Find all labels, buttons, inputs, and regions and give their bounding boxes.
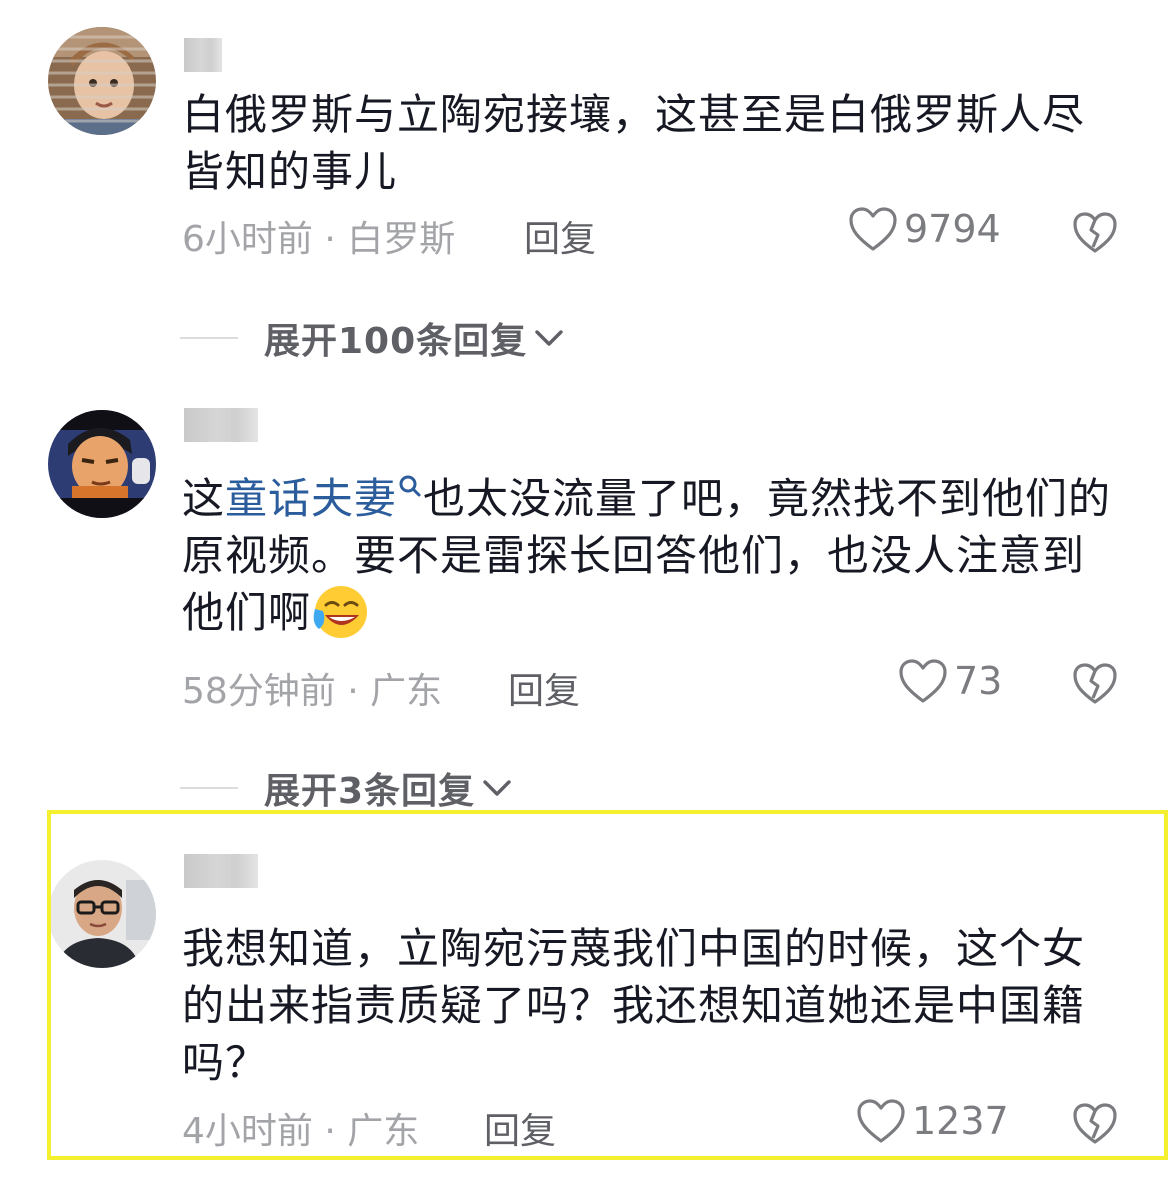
- like-button[interactable]: 73: [898, 658, 1002, 704]
- chevron-down-icon: [483, 780, 511, 796]
- search-icon[interactable]: [397, 474, 423, 504]
- comment-time-location: 6小时前 · 白罗斯: [182, 219, 456, 260]
- comment-text: 这童话夫妻 也太没流量了吧，竟然找不到他们的原视频。要不是雷探长回答他们，也没人注…: [182, 470, 1122, 641]
- reply-button[interactable]: 回复: [524, 210, 596, 262]
- expand-replies-label: 展开3条回复: [264, 771, 476, 812]
- like-count: 73: [954, 659, 1003, 703]
- reply-button[interactable]: 回复: [508, 662, 580, 714]
- broken-heart-icon[interactable]: [1072, 662, 1118, 704]
- comment-text: 我想知道，立陶宛污蔑我们中国的时候，这个女的出来指责质疑了吗？我还想知道她还是中…: [182, 924, 1086, 1087]
- comment-3: 我想知道，立陶宛污蔑我们中国的时候，这个女的出来指责质疑了吗？我还想知道她还是中…: [0, 810, 1170, 1198]
- like-button[interactable]: 9794: [848, 206, 1001, 252]
- comment-time-location: 58分钟前 · 广东: [182, 671, 443, 712]
- heart-icon: [857, 1099, 905, 1143]
- username-blurred[interactable]: [184, 408, 258, 442]
- divider-line: [180, 337, 238, 339]
- comment-text: 白俄罗斯与立陶宛接壤，这甚至是白俄罗斯人尽皆知的事儿: [182, 90, 1086, 196]
- search-keyword-link[interactable]: 童话夫妻: [225, 474, 397, 523]
- like-button[interactable]: 1237: [856, 1098, 1009, 1144]
- heart-icon: [849, 207, 897, 251]
- broken-heart-icon[interactable]: [1072, 1102, 1118, 1144]
- expand-replies-label: 展开100条回复: [264, 321, 528, 362]
- comment-text-prefix: 这: [182, 474, 226, 523]
- avatar[interactable]: [48, 27, 156, 135]
- expand-replies-button[interactable]: 展开100条回复: [180, 312, 565, 364]
- avatar[interactable]: [48, 410, 156, 518]
- expand-replies-button[interactable]: 展开3条回复: [180, 762, 513, 814]
- chevron-down-icon: [535, 330, 563, 346]
- avatar[interactable]: [48, 860, 156, 968]
- reply-button[interactable]: 回复: [484, 1102, 556, 1154]
- laughing-crying-emoji-icon: [313, 585, 368, 638]
- comment-time-location: 4小时前 · 广东: [182, 1111, 420, 1152]
- heart-icon: [899, 659, 947, 703]
- like-count: 1237: [912, 1099, 1009, 1143]
- username-blurred[interactable]: [184, 854, 258, 888]
- divider-line: [180, 787, 238, 789]
- broken-heart-icon[interactable]: [1072, 211, 1118, 253]
- comment-2: 这童话夫妻 也太没流量了吧，竟然找不到他们的原视频。要不是雷探长回答他们，也没人注…: [0, 380, 1170, 812]
- like-count: 9794: [904, 207, 1001, 251]
- comment-1: 白俄罗斯与立陶宛接壤，这甚至是白俄罗斯人尽皆知的事儿 6小时前 · 白罗斯 回复…: [0, 0, 1170, 380]
- username-blurred[interactable]: [184, 38, 222, 72]
